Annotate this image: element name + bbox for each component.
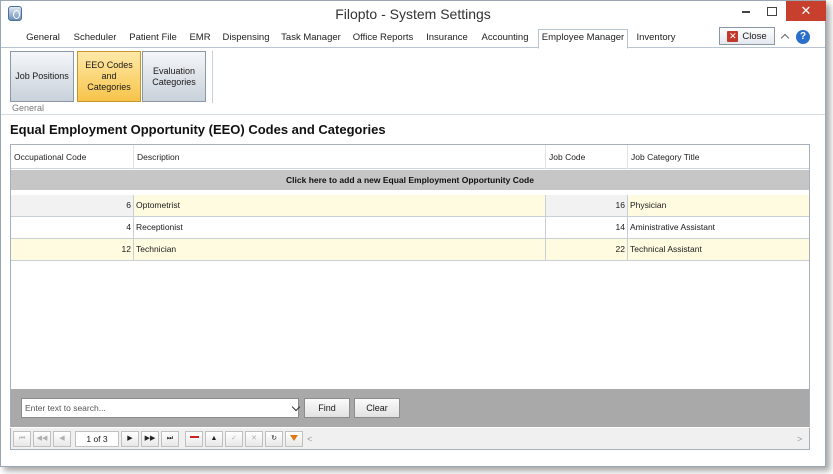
column-header-job-code[interactable]: Job Code [546,145,628,169]
table-row[interactable]: 12 Technician 22 Technical Assistant [11,239,809,261]
check-icon[interactable]: ✓ [225,431,243,447]
window-close-button[interactable]: ✕ [786,1,826,21]
refresh-icon[interactable]: ↻ [265,431,283,447]
maximize-button[interactable] [761,1,783,21]
cell-job-category-title[interactable]: Aministrative Assistant [628,217,809,238]
cancel-edit-icon[interactable]: ✕ [245,431,263,447]
collapse-ribbon-icon[interactable] [780,32,789,41]
tab-inventory[interactable]: Inventory [632,30,680,48]
tab-dispensing[interactable]: Dispensing [218,30,274,48]
search-input[interactable]: Enter text to search... [21,398,299,418]
settings-window: Filopto - System Settings ✕ General Sche… [0,0,826,467]
clear-button[interactable]: Clear [354,398,400,418]
evaluation-categories-button[interactable]: Evaluation Categories [142,51,206,102]
tab-insurance[interactable]: Insurance [422,30,472,48]
cell-description[interactable]: Optometrist [134,195,546,216]
eeo-grid: Occupational Code Description Job Code J… [10,144,810,390]
job-positions-button[interactable]: Job Positions [10,51,74,102]
first-record-icon[interactable]: ⏮ [13,431,31,447]
cell-job-category-title[interactable]: Technical Assistant [628,239,809,260]
move-up-icon[interactable]: ▲ [205,431,223,447]
close-button[interactable]: ✕ Close [719,27,775,45]
cell-description[interactable]: Technician [134,239,546,260]
close-button-label: Close [742,30,767,42]
tab-accounting[interactable]: Accounting [476,30,534,48]
next-page-icon[interactable]: ▶▶ [141,431,159,447]
cell-occupational-code[interactable]: 6 [11,195,134,216]
column-header-description[interactable]: Description [134,145,546,169]
filter-button[interactable] [285,431,303,447]
tab-task-manager[interactable]: Task Manager [278,30,344,48]
tab-employee-manager[interactable]: Employee Manager [538,29,628,49]
table-row[interactable]: 4 Receptionist 14 Aministrative Assistan… [11,217,809,239]
cell-description[interactable]: Receptionist [134,217,546,238]
ribbon: Job Positions EEO Codes and Categories E… [1,49,825,115]
column-header-job-category-title[interactable]: Job Category Title [628,145,809,169]
table-row[interactable]: 6 Optometrist 16 Physician [11,195,809,217]
minimize-button[interactable] [735,1,757,21]
find-button[interactable]: Find [304,398,350,418]
scroll-left-icon[interactable]: < [307,434,312,444]
column-header-occupational-code[interactable]: Occupational Code [11,145,134,169]
cell-job-category-title[interactable]: Physician [628,195,809,216]
window-title: Filopto - System Settings [335,6,491,22]
tab-emr[interactable]: EMR [185,30,215,48]
last-record-icon[interactable]: ⏭ [161,431,179,447]
delete-record-button[interactable] [185,431,203,447]
tab-patient-file[interactable]: Patient File [125,30,181,48]
grid-header: Occupational Code Description Job Code J… [11,145,809,169]
filter-icon [290,434,298,441]
search-panel: Enter text to search... Find Clear [10,389,810,427]
ribbon-group-divider [212,51,213,103]
ribbon-group-label: General [12,103,45,113]
help-icon[interactable]: ? [796,30,810,44]
eeo-codes-button[interactable]: EEO Codes and Categories [77,51,141,102]
next-record-icon[interactable]: ▶ [121,431,139,447]
module-tabs: General Scheduler Patient File EMR Dispe… [1,28,825,49]
previous-page-icon[interactable]: ◀◀ [33,431,51,447]
scroll-right-icon[interactable]: > [797,434,802,444]
tab-general[interactable]: General [21,30,65,48]
minus-icon [189,436,199,439]
title-bar: Filopto - System Settings ✕ [1,1,826,27]
page-title: Equal Employment Opportunity (EEO) Codes… [10,122,386,137]
cell-occupational-code[interactable]: 12 [11,239,134,260]
add-new-row[interactable]: Click here to add a new Equal Employment… [11,170,809,190]
cell-job-code[interactable]: 22 [546,239,628,260]
tab-office-reports[interactable]: Office Reports [348,30,418,48]
cell-occupational-code[interactable]: 4 [11,217,134,238]
close-icon: ✕ [727,30,739,42]
cell-job-code[interactable]: 14 [546,217,628,238]
data-navigator: ⏮ ◀◀ ◀ 1 of 3 ▶ ▶▶ ⏭ ▲ ✓ ✕ ↻ < > [10,428,810,450]
tab-scheduler[interactable]: Scheduler [68,30,122,48]
page-indicator[interactable]: 1 of 3 [75,431,119,447]
cell-job-code[interactable]: 16 [546,195,628,216]
previous-record-icon[interactable]: ◀ [53,431,71,447]
